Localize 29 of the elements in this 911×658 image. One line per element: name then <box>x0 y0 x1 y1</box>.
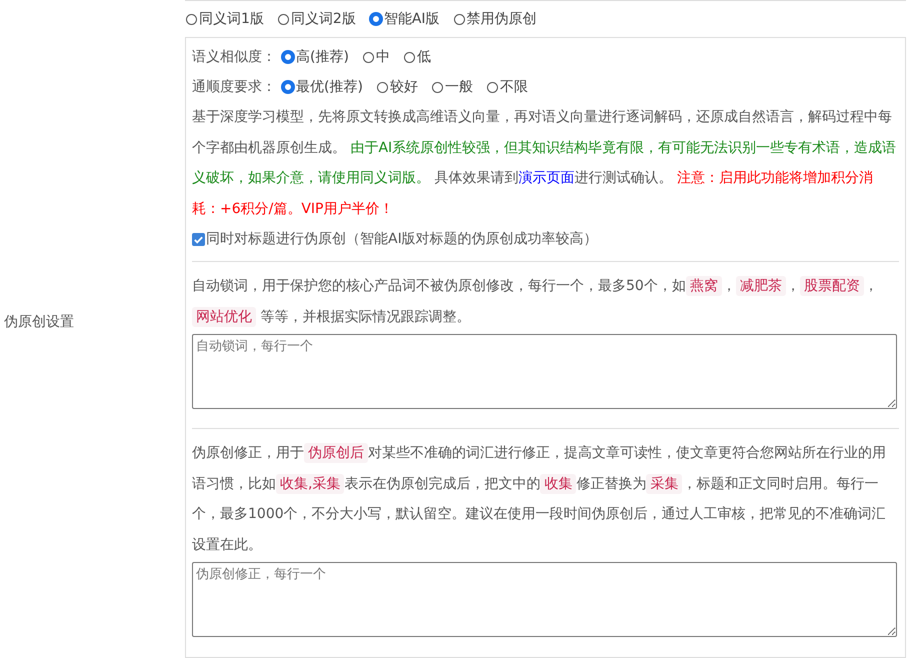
correction-field[interactable]: 伪原创修正，每行一个 <box>192 562 897 637</box>
radio-option[interactable]: 高(推荐) <box>282 48 349 66</box>
keyword-tag: 收集,采集 <box>276 474 344 494</box>
radio-option[interactable]: 禁用伪原创 <box>454 10 537 28</box>
keyword-tag: 燕窝 <box>686 276 722 296</box>
radio-option[interactable]: 较好 <box>376 78 418 96</box>
radio-option[interactable]: 不限 <box>486 78 528 96</box>
keyword-tag: 伪原创后 <box>304 443 368 463</box>
demo-page-link[interactable]: 演示页面 <box>518 170 574 186</box>
radio-option[interactable]: 同义词1版 <box>186 10 264 28</box>
keyword-tag: 网站优化 <box>192 306 256 326</box>
radio-option[interactable]: 同义词2版 <box>278 10 356 28</box>
title-checkbox[interactable]: 同时对标题进行伪原创（智能AI版对标题的伪原创成功率较高） <box>192 224 899 254</box>
field-label: 语义相似度： <box>192 48 276 66</box>
radio-option[interactable]: 低 <box>404 48 431 66</box>
lock-words-field[interactable]: 自动锁词，每行一个 <box>192 334 897 409</box>
settings-label: 伪原创设置 <box>4 313 74 331</box>
radio-option[interactable]: 中 <box>362 48 390 66</box>
radio-option[interactable]: 最优(推荐) <box>282 78 363 96</box>
keyword-tag: 减肥茶 <box>736 276 786 296</box>
radio-option[interactable]: 一般 <box>432 78 473 96</box>
description-text: 基于深度学习模型，先将原文转换成高维语义向量，再对语义向量进行逐词解码，还原成自然语言，解码过程中每个字都由机器原创生成。 由于AI系统原创性较强，但其知识结构毕竟有限，有可能无法识别一些专有术语，造成语义破坏，如果介意，请使用同义词版。 具体效果请到演示页面进行测试确认。 注意：启用此功能将增加积分消耗：+6积分/篇。VIP用户半价！ <box>192 108 898 218</box>
keyword-tag: 采集 <box>646 474 682 494</box>
radio-option[interactable]: 智能AI版 <box>370 10 440 28</box>
keyword-tag: 股票配资 <box>800 276 864 296</box>
keyword-tag: 收集 <box>540 474 576 494</box>
field-label: 通顺度要求： <box>192 78 276 96</box>
lock-words-description: 自动锁词，用于保护您的核心产品词不被伪原创修改，每行一个，最多50个，如 燕窝 ， 减肥茶 ， 股票配资 ， 网站优化 等等，并根据实际情况跟踪调整。 <box>192 275 879 328</box>
correction-description: 伪原创修正，用于 伪原创后 对某些不准确的词汇进行修正，提高文章可读性，使文章更符合您网站所在行业的用语习惯，比如 收集,采集 表示在伪原创完成后，把文中的 收集 修正替换为 采集 ，标题和正文同时启用。每行一个，最多1000个，不分大小写，默认留空。建议在使用一段时间伪原创后，通过人工审核，把常见的不准确词汇设置在此。 <box>192 442 887 554</box>
